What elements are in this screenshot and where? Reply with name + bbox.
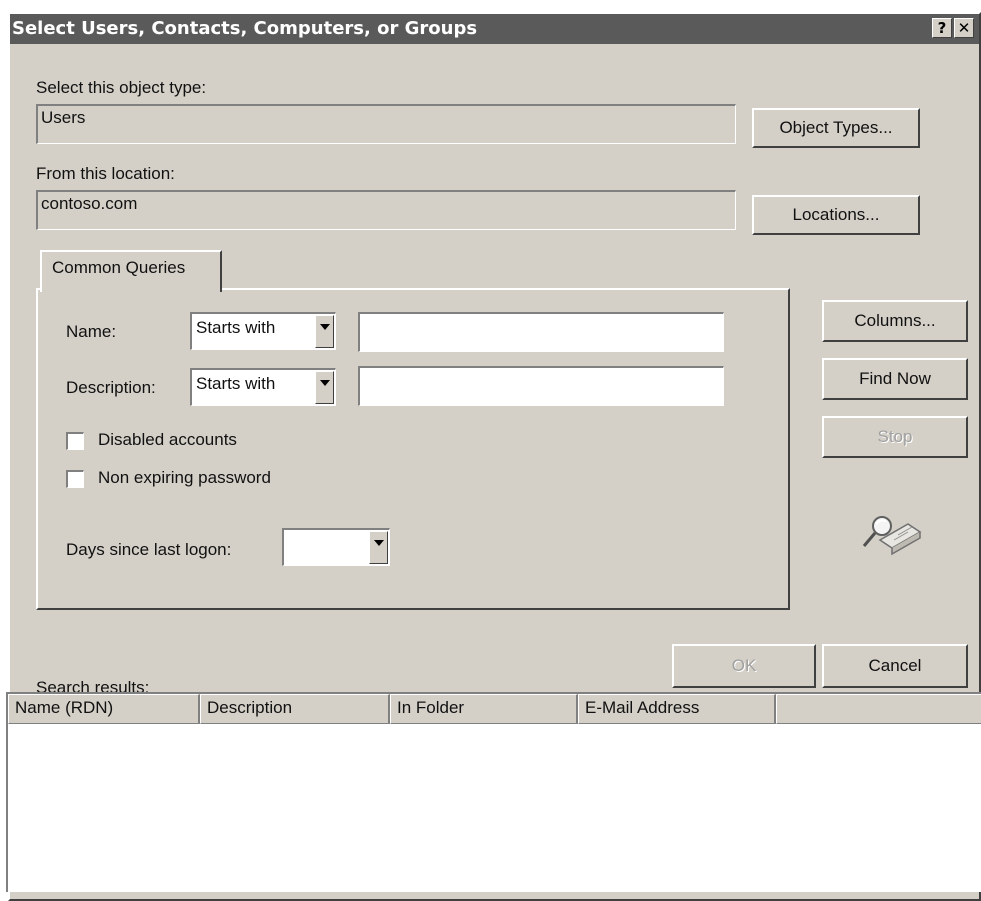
disabled-accounts-label[interactable]: Disabled accounts <box>98 430 237 450</box>
description-mode-value: Starts with <box>196 374 276 393</box>
column-header-empty <box>776 694 981 724</box>
location-field: contoso.com <box>36 190 736 230</box>
days-since-logon-dropdown[interactable] <box>282 528 390 566</box>
chevron-down-icon[interactable] <box>315 315 334 348</box>
column-header-email[interactable]: E-Mail Address <box>578 694 776 724</box>
ok-button[interactable]: OK <box>672 644 816 688</box>
search-results-list[interactable]: Name (RDN) Description In Folder E-Mail … <box>6 692 981 892</box>
locations-button[interactable]: Locations... <box>752 195 920 235</box>
non-expiring-password-label[interactable]: Non expiring password <box>98 468 271 488</box>
non-expiring-password-checkbox[interactable] <box>66 470 84 488</box>
tab-common-queries[interactable]: Common Queries <box>40 250 222 292</box>
object-types-button[interactable]: Object Types... <box>752 108 920 148</box>
description-mode-dropdown[interactable]: Starts with <box>190 368 336 406</box>
magnifier-search-icon <box>862 516 922 556</box>
help-button[interactable]: ? <box>932 18 952 38</box>
location-label: From this location: <box>36 164 175 183</box>
cancel-button[interactable]: Cancel <box>822 644 968 688</box>
close-button[interactable]: ✕ <box>954 18 974 38</box>
disabled-accounts-checkbox[interactable] <box>66 432 84 450</box>
object-type-field: Users <box>36 104 736 144</box>
column-header-description[interactable]: Description <box>200 694 390 724</box>
name-input[interactable] <box>358 312 724 352</box>
stop-button[interactable]: Stop <box>822 416 968 458</box>
name-mode-dropdown[interactable]: Starts with <box>190 312 336 350</box>
object-type-label: Select this object type: <box>36 78 207 97</box>
name-label: Name: <box>66 322 117 341</box>
find-now-button[interactable]: Find Now <box>822 358 968 400</box>
days-since-logon-label: Days since last logon: <box>66 540 232 559</box>
column-header-in-folder[interactable]: In Folder <box>390 694 578 724</box>
description-input[interactable] <box>358 366 724 406</box>
chevron-down-icon[interactable] <box>369 531 388 564</box>
title-bar[interactable]: Select Users, Contacts, Computers, or Gr… <box>10 14 979 44</box>
tab-common-queries-label: Common Queries <box>52 258 186 277</box>
chevron-down-icon[interactable] <box>315 371 334 404</box>
description-label: Description: <box>66 378 156 397</box>
columns-button[interactable]: Columns... <box>822 300 968 342</box>
window-title: Select Users, Contacts, Computers, or Gr… <box>12 18 478 39</box>
object-type-value: Users <box>41 108 86 127</box>
column-header-name[interactable]: Name (RDN) <box>8 694 200 724</box>
name-mode-value: Starts with <box>196 318 276 337</box>
location-value: contoso.com <box>41 194 138 213</box>
